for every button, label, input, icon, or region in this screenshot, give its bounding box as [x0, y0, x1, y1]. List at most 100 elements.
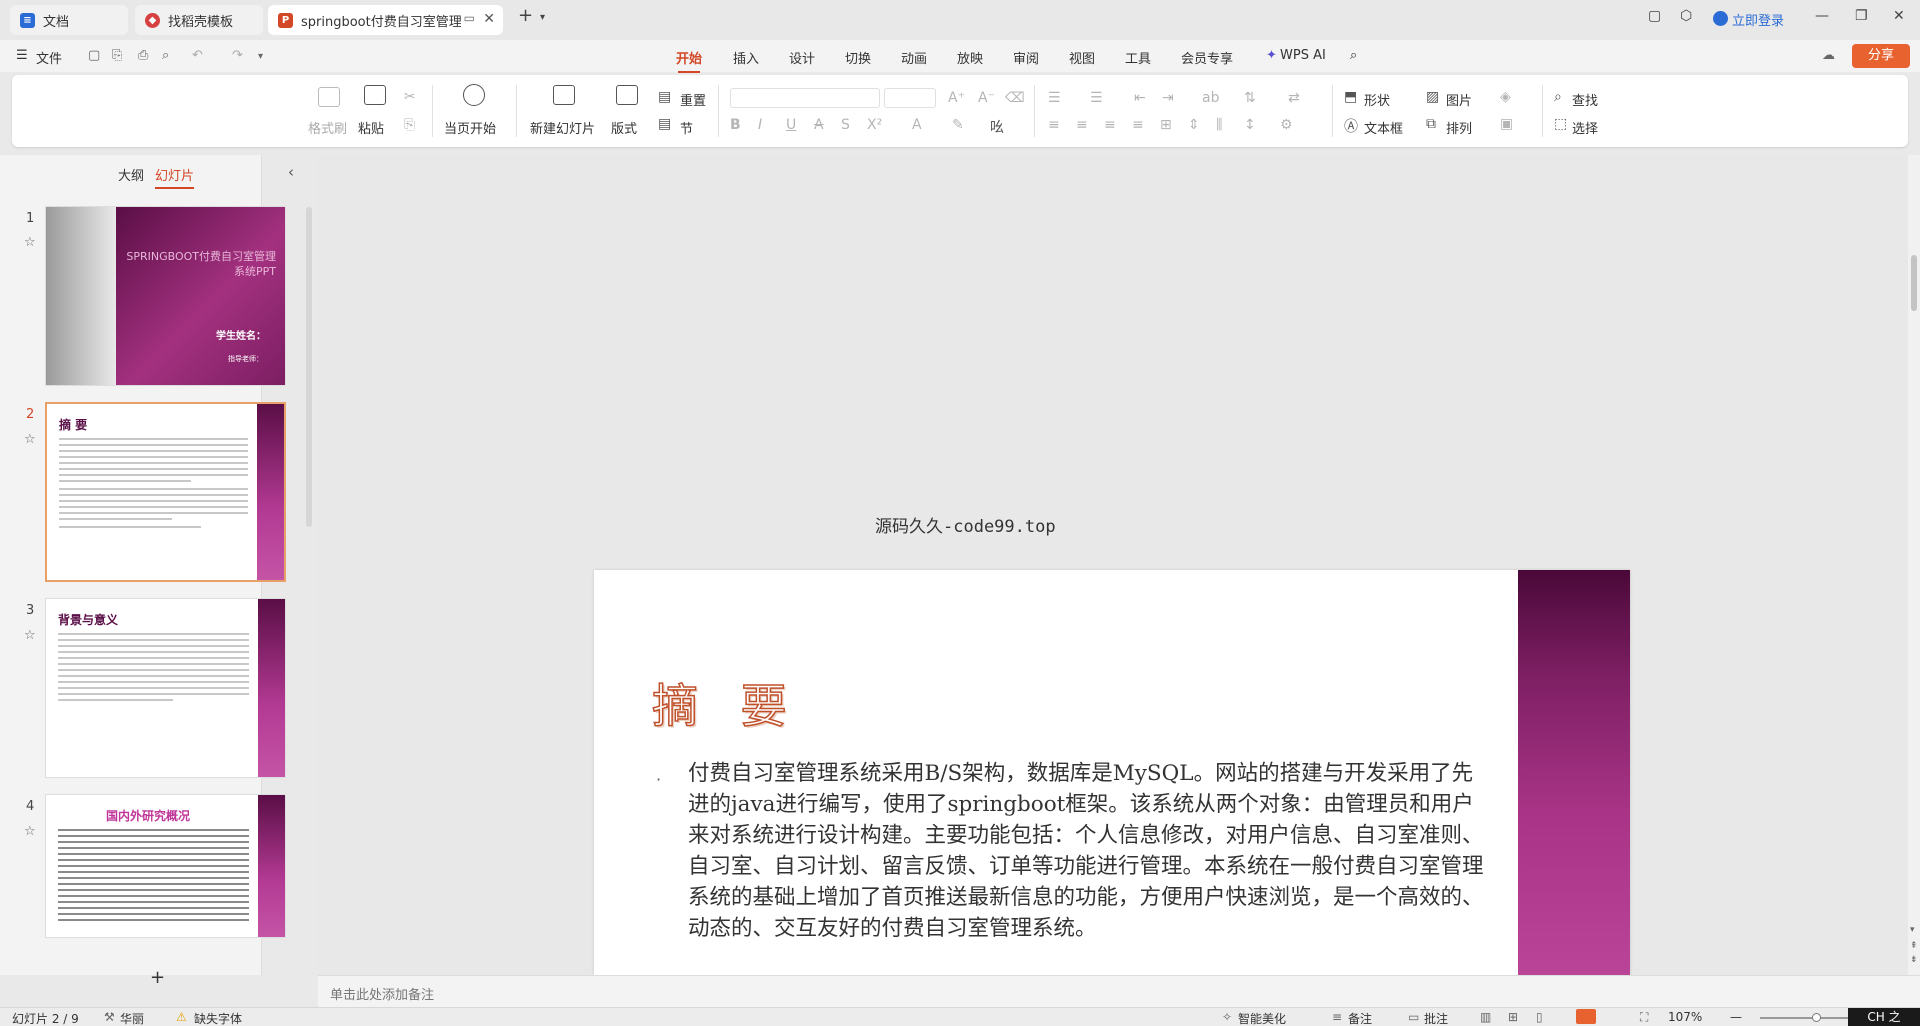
text-direction-icon[interactable]: ab: [1202, 90, 1219, 106]
layout-button[interactable]: 版式: [611, 118, 637, 137]
numbering-icon[interactable]: ☰: [1090, 90, 1103, 106]
smart-beautify-button[interactable]: 智能美化: [1238, 1010, 1286, 1026]
hamburger-icon[interactable]: ☰: [16, 48, 28, 63]
star-icon[interactable]: ☆: [24, 824, 36, 839]
theme-name[interactable]: 华丽: [120, 1010, 144, 1026]
sorter-view-icon[interactable]: ⊞: [1508, 1010, 1518, 1024]
close-icon[interactable]: ✕: [483, 11, 495, 27]
copy-icon[interactable]: ⎘: [404, 117, 415, 133]
missing-font-button[interactable]: 缺失字体: [194, 1010, 242, 1026]
section-button[interactable]: 节: [680, 118, 693, 137]
user-icon[interactable]: [1713, 11, 1728, 26]
collapse-panel-icon[interactable]: ‹: [288, 163, 294, 181]
tab-review[interactable]: 审阅: [1013, 48, 1039, 67]
redo-icon[interactable]: ↷: [232, 48, 243, 63]
slide-title[interactable]: 摘 要: [651, 670, 801, 736]
tab-animation[interactable]: 动画: [901, 48, 927, 67]
search-icon[interactable]: ⌕: [1350, 48, 1357, 63]
new-tab-icon[interactable]: +: [518, 5, 533, 26]
wps-ai-button[interactable]: WPS AI: [1280, 48, 1326, 63]
align-center-icon[interactable]: ≡: [1076, 117, 1088, 133]
star-icon[interactable]: ☆: [24, 628, 36, 643]
tab-view[interactable]: 视图: [1069, 48, 1095, 67]
slide-thumbnail-1[interactable]: SPRINGBOOT付费自习室管理系统PPT 学生姓名： 指导老师：: [45, 206, 286, 386]
format-painter-button[interactable]: 格式刷: [308, 118, 347, 137]
minimize-icon[interactable]: —: [1815, 8, 1829, 24]
window-icon[interactable]: ▢: [1648, 8, 1661, 24]
tab-member[interactable]: 会员专享: [1181, 48, 1233, 67]
export-icon[interactable]: ⎘: [112, 48, 122, 63]
monitor-icon[interactable]: ▭: [464, 11, 475, 25]
start-from-current-button[interactable]: 当页开始: [444, 118, 496, 137]
arrange-button[interactable]: 排列: [1446, 118, 1472, 137]
tab-outline[interactable]: 大纲: [118, 165, 144, 184]
paragraph-settings-icon[interactable]: ⚙: [1280, 117, 1293, 133]
restore-icon[interactable]: ❐: [1855, 8, 1868, 24]
shadow-icon[interactable]: S: [841, 117, 850, 133]
zoom-level[interactable]: 107%: [1668, 1010, 1702, 1024]
cube-icon[interactable]: ⬡: [1680, 8, 1692, 24]
comments-button[interactable]: 批注: [1424, 1010, 1448, 1026]
print-preview-icon[interactable]: ⌕: [162, 48, 169, 63]
textbox-button[interactable]: 文本框: [1364, 118, 1403, 137]
outline-icon[interactable]: ▣: [1500, 116, 1513, 132]
strikethrough-icon[interactable]: A: [814, 117, 824, 133]
more-chevron-icon[interactable]: ▾: [258, 51, 263, 62]
vertical-align-icon[interactable]: ⇕: [1188, 117, 1200, 133]
prev-slide-icon[interactable]: ⇞: [1910, 941, 1918, 951]
tab-insert[interactable]: 插入: [733, 48, 759, 67]
line-spacing-icon[interactable]: ↕: [1244, 117, 1256, 133]
slide-body-text[interactable]: 付费自习室管理系统采用B/S架构，数据库是MySQL。网站的搭建与开发采用了先进…: [688, 758, 1488, 944]
grow-font-icon[interactable]: A⁺: [948, 90, 965, 106]
slide-thumbnail-3[interactable]: 背景与意义: [45, 598, 286, 778]
undo-icon[interactable]: ↶: [192, 48, 203, 63]
font-size-select[interactable]: [884, 88, 936, 108]
paste-button[interactable]: 粘贴: [358, 118, 384, 137]
convert-icon[interactable]: ⇄: [1288, 90, 1300, 106]
tab-design[interactable]: 设计: [789, 48, 815, 67]
select-button[interactable]: 选择: [1572, 118, 1598, 137]
panel-scrollbar[interactable]: [306, 207, 312, 527]
align-right-icon[interactable]: ≡: [1104, 117, 1116, 133]
shape-button[interactable]: 形状: [1364, 90, 1390, 109]
share-button[interactable]: 分享: [1852, 44, 1910, 68]
print-icon[interactable]: ⎙: [138, 48, 148, 63]
ime-indicator[interactable]: CH 之: [1848, 1008, 1920, 1026]
superscript-icon[interactable]: X²: [867, 117, 882, 133]
tab-transition[interactable]: 切换: [845, 48, 871, 67]
current-slide[interactable]: 摘 要 · 付费自习室管理系统采用B/S架构，数据库是MySQL。网站的搭建与开…: [594, 570, 1630, 975]
scrollbar-thumb[interactable]: [1911, 255, 1917, 311]
distribute-icon[interactable]: ⊞: [1160, 117, 1172, 133]
tab-presentation[interactable]: P springboot付费自习室管理 ▭ ✕: [268, 5, 503, 35]
picture-button[interactable]: 图片: [1446, 90, 1472, 109]
notes-button[interactable]: 备注: [1348, 1010, 1372, 1026]
clear-format-icon[interactable]: ⌫: [1005, 90, 1025, 106]
file-menu[interactable]: 文件: [36, 48, 62, 67]
fill-icon[interactable]: ◈: [1500, 89, 1511, 105]
tab-templates[interactable]: ◆ 找稻壳模板: [135, 5, 263, 35]
justify-icon[interactable]: ≡: [1132, 117, 1144, 133]
zoom-out-icon[interactable]: —: [1730, 1010, 1742, 1024]
shrink-font-icon[interactable]: A⁻: [978, 90, 995, 106]
window-close-icon[interactable]: ✕: [1893, 8, 1905, 24]
font-color-icon[interactable]: A: [912, 117, 922, 133]
tab-slides[interactable]: 幻灯片: [155, 165, 195, 189]
login-link[interactable]: 立即登录: [1732, 10, 1784, 29]
cut-icon[interactable]: ✂: [404, 89, 416, 105]
tab-documents[interactable]: ≡ 文档: [10, 5, 128, 35]
normal-view-icon[interactable]: ▥: [1480, 1010, 1491, 1024]
bullets-icon[interactable]: ☰: [1048, 90, 1061, 106]
star-icon[interactable]: ☆: [24, 235, 36, 250]
decrease-indent-icon[interactable]: ⇤: [1134, 90, 1146, 106]
highlight-icon[interactable]: ✎: [952, 117, 964, 133]
new-slide-button[interactable]: 新建幻灯片: [530, 118, 595, 137]
fit-window-icon[interactable]: ⛶: [1640, 1010, 1648, 1025]
tab-home[interactable]: 开始: [676, 48, 702, 73]
tab-slideshow[interactable]: 放映: [957, 48, 983, 67]
cloud-icon[interactable]: ☁: [1822, 48, 1835, 63]
slide-thumbnail-4[interactable]: 国内外研究概况: [45, 794, 286, 938]
slide-thumbnail-2[interactable]: 摘 要: [45, 402, 286, 582]
increase-indent-icon[interactable]: ⇥: [1162, 90, 1174, 106]
find-button[interactable]: 查找: [1572, 90, 1598, 109]
bold-icon[interactable]: B: [730, 117, 741, 133]
